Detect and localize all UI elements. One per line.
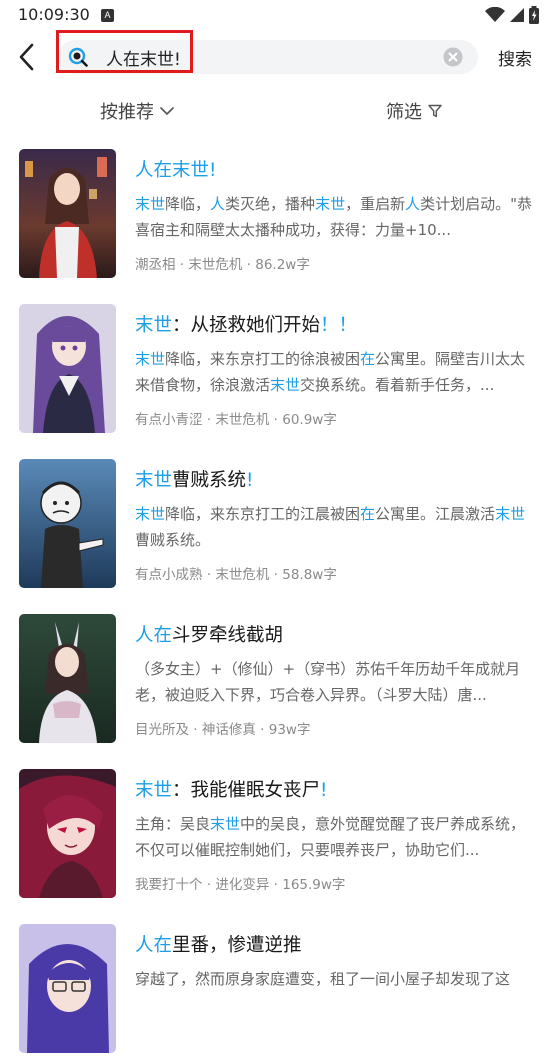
book-meta: 我要打十个 · 进化变异 · 165.9w字 bbox=[135, 877, 346, 893]
wifi-icon bbox=[485, 7, 505, 22]
book-title: 人在末世! bbox=[135, 156, 216, 182]
book-item[interactable]: 末世：我能催眠女丧尸! 主角：吴良末世中的吴良，意外觉醒觉醒了丧尸养成系统，不仅… bbox=[0, 769, 553, 901]
status-bar: 10:09:30 A bbox=[0, 0, 553, 30]
book-cover bbox=[19, 459, 116, 588]
book-meta: 有点小成熟 · 末世危机 · 58.8w字 bbox=[135, 567, 337, 583]
search-term-highlight: 末世 bbox=[135, 505, 166, 523]
search-term-highlight: ! bbox=[246, 470, 254, 491]
book-meta: 有点小青涩 · 末世危机 · 60.9w字 bbox=[135, 412, 337, 428]
book-item[interactable]: 人在里番，惨遭逆推 穿越了，然而原身家庭遭变，租了一间小屋子却发现了这 bbox=[0, 924, 553, 1056]
book-meta: 潮丞相 · 末世危机 · 86.2w字 bbox=[135, 257, 310, 273]
filter-button[interactable]: 筛选 bbox=[386, 98, 442, 124]
book-item[interactable]: 人在末世! 末世降临，人类灭绝，播种末世，重启新人类计划启动。"恭喜宿主和隔壁太… bbox=[0, 149, 553, 281]
annotation-box bbox=[56, 30, 193, 73]
search-term-highlight: 末世 bbox=[270, 376, 301, 394]
search-term-highlight: 人 bbox=[210, 195, 226, 213]
text-segment: 曹贼系统 bbox=[172, 470, 247, 491]
search-term-highlight: 末世 bbox=[135, 780, 173, 801]
book-item[interactable]: 末世曹贼系统! 末世降临，来东京打工的江晨被困在公寓里。江晨激活末世曹贼系统。 … bbox=[0, 459, 553, 591]
clear-icon[interactable] bbox=[443, 47, 463, 67]
book-cover bbox=[19, 304, 116, 433]
book-meta: 目光所及 · 神话修真 · 93w字 bbox=[135, 722, 311, 738]
book-cover bbox=[19, 924, 116, 1053]
text-segment: ：我能催眠女丧尸 bbox=[172, 780, 321, 801]
search-term-highlight: 人 bbox=[405, 195, 421, 213]
text-segment: 降临，来东京打工的徐浪被困 bbox=[165, 350, 361, 368]
search-term-highlight: ！！ bbox=[320, 315, 358, 336]
book-description: 末世降临，来东京打工的江晨被困在公寓里。江晨激活末世曹贼系统。 bbox=[135, 501, 535, 553]
book-cover bbox=[19, 149, 116, 278]
text-segment: 交换系统。看着新手任务，... bbox=[300, 376, 495, 394]
text-segment: 降临，来东京打工的江晨被困 bbox=[165, 505, 361, 523]
text-segment: ：从拯救她们开始 bbox=[172, 315, 321, 336]
search-term-highlight: 人在 bbox=[135, 625, 173, 646]
filter-label: 筛选 bbox=[386, 102, 422, 123]
search-term-highlight: 末世 bbox=[135, 195, 166, 213]
text-segment: （多女主）+（修仙）+（穿书）苏佑千年历劫千年成就月老，被迫贬入下界，巧合卷入异… bbox=[135, 660, 521, 704]
search-term-highlight: 末世 bbox=[135, 470, 173, 491]
battery-icon bbox=[529, 6, 539, 24]
book-title: 末世：我能催眠女丧尸! bbox=[135, 776, 327, 802]
sort-dropdown[interactable]: 按推荐 bbox=[100, 98, 174, 124]
funnel-icon bbox=[428, 104, 442, 118]
status-time: 10:09:30 bbox=[18, 5, 90, 24]
text-segment: 公寓里。江晨激活 bbox=[375, 505, 496, 523]
search-term-highlight: 在 bbox=[360, 350, 376, 368]
book-item[interactable]: 末世：从拯救她们开始！！ 末世降临，来东京打工的徐浪被困在公寓里。隔壁吉川太太来… bbox=[0, 304, 553, 436]
search-term-highlight: 在 bbox=[360, 505, 376, 523]
search-term-highlight: 末世 bbox=[210, 815, 241, 833]
book-item[interactable]: 人在斗罗牵线截胡 （多女主）+（修仙）+（穿书）苏佑千年历劫千年成就月老，被迫贬… bbox=[0, 614, 553, 746]
search-button[interactable]: 搜索 bbox=[498, 45, 532, 70]
text-segment: 类灭绝，播种 bbox=[225, 195, 316, 213]
book-description: 穿越了，然而原身家庭遭变，租了一间小屋子却发现了这 bbox=[135, 966, 535, 1018]
signal-icon bbox=[510, 8, 524, 22]
text-segment: 降临， bbox=[165, 195, 211, 213]
sort-label: 按推荐 bbox=[100, 102, 154, 123]
book-description: 末世降临，来东京打工的徐浪被困在公寓里。隔壁吉川太太来借食物，徐浪激活末世交换系… bbox=[135, 346, 535, 398]
back-icon[interactable] bbox=[14, 41, 42, 73]
book-title: 人在斗罗牵线截胡 bbox=[135, 621, 283, 647]
text-segment: 斗罗牵线截胡 bbox=[172, 625, 284, 646]
book-title: 人在里番，惨遭逆推 bbox=[135, 931, 302, 957]
text-segment: 主角：吴良 bbox=[135, 815, 211, 833]
search-term-highlight: 人在 bbox=[135, 935, 173, 956]
search-term-highlight: 末世 bbox=[135, 315, 173, 336]
search-term-highlight: 末世 bbox=[135, 350, 166, 368]
search-term-highlight: 末世 bbox=[495, 505, 526, 523]
book-title: 末世：从拯救她们开始！！ bbox=[135, 311, 357, 337]
book-cover bbox=[19, 769, 116, 898]
text-segment: 曹贼系统。 bbox=[135, 531, 211, 549]
book-cover bbox=[19, 614, 116, 743]
book-description: （多女主）+（修仙）+（穿书）苏佑千年历劫千年成就月老，被迫贬入下界，巧合卷入异… bbox=[135, 656, 535, 708]
search-bar: 人在末世! 搜索 bbox=[0, 30, 553, 80]
search-term-highlight: 末世 bbox=[315, 195, 346, 213]
text-segment: 穿越了，然而原身家庭遭变，租了一间小屋子却发现了这 bbox=[135, 970, 511, 988]
text-segment: 里番，惨遭逆推 bbox=[172, 935, 302, 956]
filter-bar: 按推荐 筛选 bbox=[0, 92, 553, 128]
text-segment: ，重启新 bbox=[345, 195, 406, 213]
chevron-down-icon bbox=[160, 107, 174, 115]
book-description: 主角：吴良末世中的吴良，意外觉醒觉醒了丧尸养成系统，不仅可以催眠控制她们，只要喂… bbox=[135, 811, 535, 863]
notification-icon: A bbox=[101, 9, 114, 22]
system-icons bbox=[485, 6, 539, 24]
search-term-highlight: 人在末世! bbox=[135, 160, 217, 181]
search-term-highlight: ! bbox=[320, 780, 328, 801]
book-description: 末世降临，人类灭绝，播种末世，重启新人类计划启动。"恭喜宿主和隔壁太太播种成功，… bbox=[135, 191, 535, 243]
book-title: 末世曹贼系统! bbox=[135, 466, 253, 492]
